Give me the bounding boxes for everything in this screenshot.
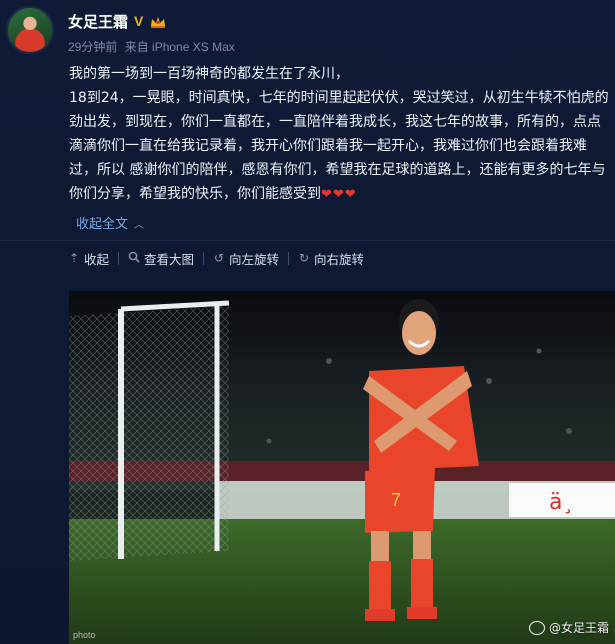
magnify-icon — [128, 251, 140, 266]
rotate-left-icon: ↺ — [214, 251, 225, 265]
rotate-left-label: 向左旋转 — [229, 251, 280, 267]
avatar[interactable] — [6, 6, 54, 54]
author-name[interactable]: 女足王霜 — [68, 11, 128, 32]
divider — [0, 240, 615, 241]
weibo-post: 女足王霜 V 29分钟前 来自 iPhone XS Max 我的第一场到一百场神… — [0, 0, 615, 644]
photo-credit: photo — [73, 630, 96, 640]
post-time[interactable]: 29分钟前 — [68, 40, 117, 54]
collapse-image-button[interactable]: ⇡ 收起 — [68, 249, 109, 268]
collapse-arrow-icon: ⇡ — [68, 251, 80, 265]
photo-illustration: ä¸­ 7 — [69, 291, 615, 644]
post-meta: 29分钟前 来自 iPhone XS Max — [68, 38, 235, 55]
post-source: 来自 iPhone XS Max — [124, 40, 235, 54]
view-large-button[interactable]: 查看大图 — [128, 249, 194, 268]
collapse-label: 收起全文 — [76, 217, 129, 232]
weibo-watermark: @女足王霜 — [528, 619, 609, 636]
content-line-2: 18到24，一晃眼，时间真快，七年的时间里起起伏伏，哭过笑过，从初生牛犊不怕虎的… — [69, 90, 609, 202]
weibo-logo-icon — [528, 620, 545, 635]
toolbar-separator — [203, 251, 205, 265]
image-toolbar: ⇡ 收起 查看大图 ↺ 向左旋转 ↻ 向右旋转 — [68, 248, 364, 268]
collapse-full-text-link[interactable]: 收起全文 ︿ — [76, 213, 144, 232]
collapse-image-label: 收起 — [84, 251, 110, 267]
content-line-1: 我的第一场到一百场神奇的都发生在了永川， — [69, 66, 349, 82]
post-content: 我的第一场到一百场神奇的都发生在了永川， 18到24，一晃眼，时间真快，七年的时… — [69, 62, 609, 207]
toolbar-separator — [118, 251, 120, 265]
member-crown-icon[interactable] — [149, 14, 167, 28]
author-row: 女足王霜 V — [68, 10, 167, 32]
view-large-label: 查看大图 — [144, 251, 195, 267]
rotate-right-icon: ↻ — [299, 251, 310, 265]
chevron-up-icon: ︿ — [134, 220, 145, 231]
svg-text:ä¸­: ä¸­ — [549, 490, 573, 515]
toolbar-separator — [288, 251, 290, 265]
rotate-left-button[interactable]: ↺ 向左旋转 — [213, 249, 279, 268]
watermark-text: @女足王霜 — [548, 621, 609, 635]
jersey-number: 7 — [391, 490, 401, 510]
hearts-emoji: ❤❤❤ — [321, 187, 357, 202]
rotate-right-button[interactable]: ↻ 向右旋转 — [298, 249, 364, 268]
content-paragraph: 18到24，一晃眼，时间真快，七年的时间里起起伏伏，哭过笑过，从初生牛犊不怕虎的… — [69, 86, 609, 207]
post-photo[interactable]: ä¸­ 7 photo — [69, 291, 615, 644]
verified-badge-icon: V — [134, 13, 144, 29]
rotate-right-label: 向右旋转 — [314, 251, 365, 267]
